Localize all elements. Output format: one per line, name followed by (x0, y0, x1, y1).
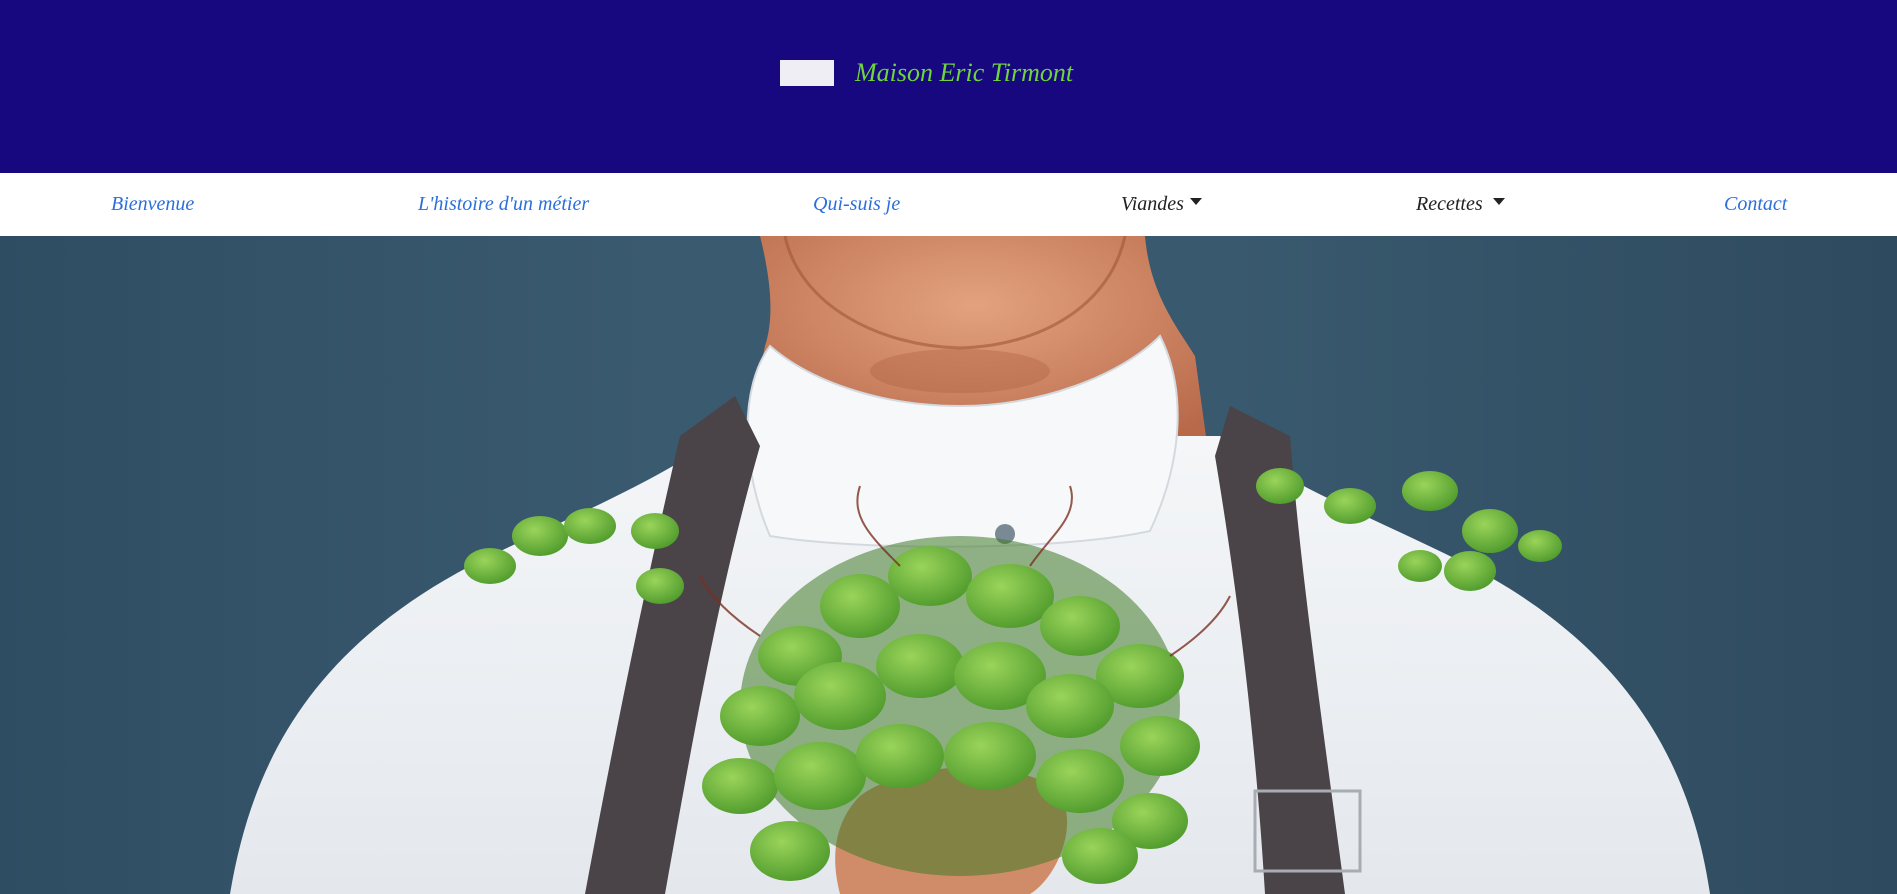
hero-image (0, 236, 1897, 894)
main-navigation: Bienvenue L'histoire d'un métier Qui-sui… (0, 173, 1897, 236)
nav-item-contact[interactable]: Contact (1724, 173, 1787, 236)
nav-item-qui-suis-je[interactable]: Qui-suis je (813, 173, 900, 236)
brand-name[interactable]: Maison Eric Tirmont (855, 58, 1073, 88)
nav-item-histoire[interactable]: L'histoire d'un métier (418, 173, 589, 236)
hero-chef-illustration (230, 236, 1710, 894)
nav-item-bienvenue[interactable]: Bienvenue (111, 173, 194, 236)
brand[interactable]: Maison Eric Tirmont (780, 53, 1073, 93)
caret-down-icon (1492, 198, 1505, 205)
nav-item-viandes[interactable]: Viandes (1121, 173, 1202, 236)
nav-item-viandes-label: Viandes (1121, 193, 1184, 215)
nav-item-recettes-label: Recettes (1416, 193, 1483, 215)
logo-placeholder-icon[interactable] (780, 60, 834, 86)
caret-down-icon (1189, 198, 1202, 205)
site-header: Maison Eric Tirmont (0, 0, 1897, 173)
nav-item-recettes[interactable]: Recettes (1416, 173, 1505, 236)
